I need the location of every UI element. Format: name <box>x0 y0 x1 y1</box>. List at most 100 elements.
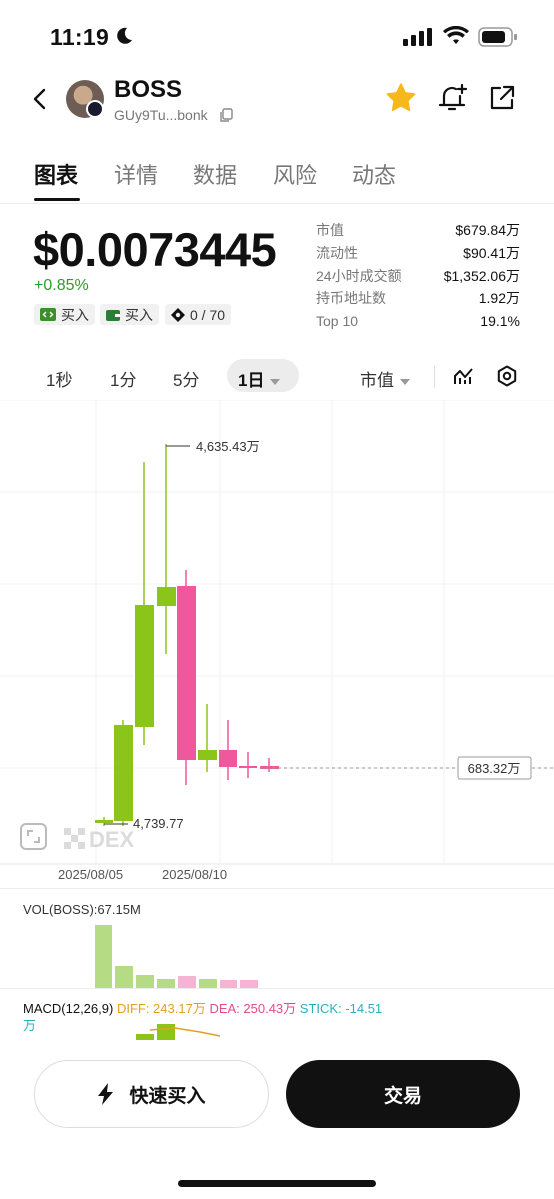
tab-details[interactable]: 详情 <box>114 158 158 190</box>
wallet-icon <box>106 310 120 321</box>
stat-label: Top 10 <box>316 313 359 330</box>
stat-label: 市值 <box>316 222 344 238</box>
holder-ratio-chip[interactable]: 0 / 70 <box>165 304 232 325</box>
buy-chip-1-label: 买入 <box>61 306 89 323</box>
volume-bar <box>95 925 112 988</box>
chevron-down-icon <box>270 378 281 385</box>
candle <box>114 720 133 826</box>
back-arrow-icon[interactable] <box>28 86 54 112</box>
macd-chart <box>136 1024 221 1040</box>
panel-divider <box>0 988 554 989</box>
metric-label: 市值 <box>360 371 394 390</box>
volume-label: VOL(BOSS):67.15M <box>23 902 141 917</box>
volume-bar <box>199 979 217 988</box>
token-address: GUy9Tu...bonk <box>114 107 208 123</box>
copy-icon[interactable] <box>219 108 233 123</box>
current-price-tag-label: 683.32万 <box>468 761 521 776</box>
macd-bar <box>157 1024 175 1040</box>
x-axis-date: 2025/08/10 <box>162 867 228 882</box>
candle <box>95 817 113 826</box>
macd-params: MACD(12,26,9) <box>23 1001 114 1016</box>
interval-1s[interactable]: 1秒 <box>46 366 72 391</box>
code-icon <box>40 308 56 321</box>
candle <box>219 720 237 780</box>
macd-dea: DEA: 250.43万 <box>209 1001 297 1016</box>
quick-buy-label: 快速买入 <box>129 1085 206 1107</box>
macd-stick: STICK: -14.51 <box>299 1001 383 1016</box>
price-alert-bell-icon[interactable] <box>436 82 470 114</box>
holder-ratio-value: 0 / 70 <box>190 306 226 323</box>
stat-label: 24小时成交额 <box>316 267 402 284</box>
tab-data[interactable]: 数据 <box>193 158 237 190</box>
stat-value: 19.1% <box>480 313 520 330</box>
interval-1d-label: 1日 <box>238 371 265 390</box>
target-icon <box>171 307 185 322</box>
home-indicator[interactable] <box>178 1180 376 1187</box>
trade-label: 交易 <box>383 1085 422 1107</box>
quick-buy-button[interactable]: 快速买入 <box>34 1060 269 1128</box>
volume-bar <box>157 979 175 988</box>
chart-gridlines <box>0 400 554 865</box>
candlestick-chart[interactable]: 4,635.43万 4,739.77 683.32万 DEX <box>0 400 554 868</box>
tab-activity[interactable]: 动态 <box>352 158 396 190</box>
low-price-label: 4,739.77 <box>133 816 184 831</box>
buy-chip-2[interactable]: 买入 <box>100 304 159 325</box>
macd-bar <box>136 1034 154 1040</box>
dex-watermark-logo: DEX <box>64 827 135 852</box>
candle <box>135 462 154 745</box>
candles <box>95 444 279 826</box>
volume-bar <box>178 976 196 988</box>
status-bar: 11:19 <box>0 0 554 72</box>
stat-value: 1.92万 <box>478 290 520 307</box>
price-change: +0.85% <box>34 277 89 294</box>
watermark-text: DEX <box>89 827 135 852</box>
volume-bar <box>240 980 258 988</box>
stat-label: 持币地址数 <box>316 290 386 307</box>
high-price-label: 4,635.43万 <box>196 439 260 454</box>
chain-badge-icon <box>86 100 104 118</box>
candle <box>177 570 196 785</box>
stats-labels: 市值 流动性 24小时成交额 持币地址数 Top 10 <box>316 219 402 333</box>
candle <box>260 758 279 772</box>
buy-chip-2-label: 买入 <box>125 306 153 323</box>
metric-selector[interactable]: 市值 <box>360 366 410 391</box>
battery-icon <box>478 27 517 47</box>
moon-icon <box>117 27 132 44</box>
chevron-down-icon <box>400 378 410 385</box>
interval-5m[interactable]: 5分 <box>173 366 199 391</box>
candle <box>239 752 257 778</box>
token-name: BOSS <box>114 76 183 103</box>
wifi-icon <box>443 26 469 44</box>
fullscreen-icon[interactable] <box>20 823 47 850</box>
macd-diff: DIFF: 243.17万 <box>116 1001 206 1016</box>
stats-values: $679.84万 $90.41万 $1,352.06万 1.92万 19.1% <box>410 219 520 333</box>
high-price-marker: 4,635.43万 <box>166 439 260 454</box>
interval-1d[interactable]: 1日 <box>238 366 281 391</box>
tab-bar: 图表 详情 数据 风险 动态 <box>0 150 554 204</box>
indicator-chart-icon[interactable] <box>453 365 475 387</box>
candle <box>157 444 176 654</box>
tab-chart[interactable]: 图表 <box>34 158 78 190</box>
x-axis-date: 2025/08/05 <box>58 867 124 882</box>
volume-chart <box>95 925 258 988</box>
stat-value: $679.84万 <box>455 222 520 238</box>
share-icon[interactable] <box>488 84 516 112</box>
favorite-star-icon[interactable] <box>385 82 417 114</box>
stat-value: $1,352.06万 <box>443 267 520 284</box>
active-tab-indicator <box>34 198 80 201</box>
settings-icon[interactable] <box>496 365 518 387</box>
tab-risk[interactable]: 风险 <box>273 158 317 190</box>
trade-button[interactable]: 交易 <box>286 1060 520 1128</box>
candle <box>198 704 217 772</box>
interval-1m[interactable]: 1分 <box>110 366 136 391</box>
volume-bar <box>136 975 154 988</box>
status-time: 11:19 <box>50 24 110 50</box>
panel-divider <box>0 888 554 889</box>
divider <box>434 366 435 388</box>
cellular-signal-icon <box>403 28 432 46</box>
stat-label: 流动性 <box>316 244 358 261</box>
buy-chip-1[interactable]: 买入 <box>34 304 95 325</box>
lightning-icon <box>98 1083 114 1105</box>
volume-bar <box>220 980 237 988</box>
interval-selector: 1秒 1分 5分 1日 市值 <box>0 356 554 398</box>
